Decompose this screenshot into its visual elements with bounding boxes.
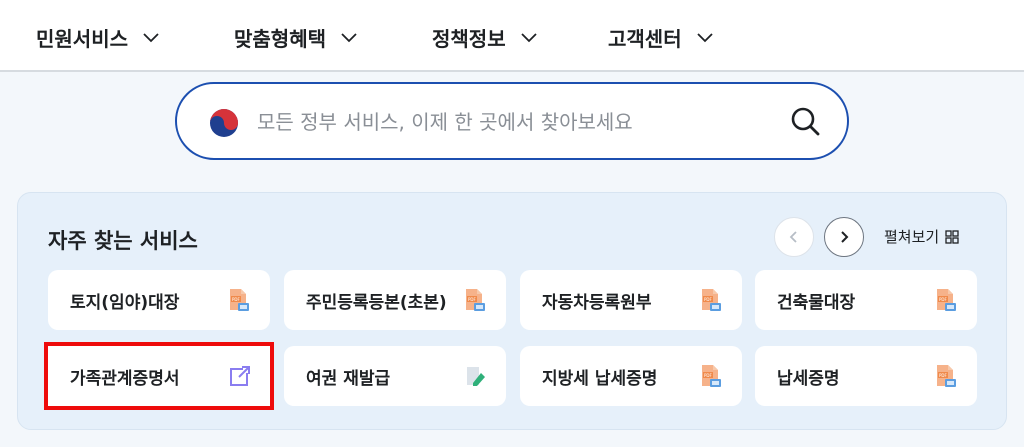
chevron-left-icon (789, 231, 797, 243)
svg-text:PDF: PDF (232, 297, 240, 302)
pdf-doc-icon: PDF (702, 365, 721, 387)
service-card-label: 여권 재발급 (306, 369, 391, 389)
nav-menu-label: 정책정보 (432, 26, 506, 51)
service-card-land-register[interactable]: 토지(임야)대장 PDF (48, 270, 270, 330)
service-card-label: 납세증명 (777, 369, 840, 389)
service-card-label: 자동차등록원부 (542, 293, 652, 313)
service-card-family-relation-certificate[interactable]: 가족관계증명서 (44, 342, 274, 410)
nav-menu-label: 맞춤형혜택 (234, 26, 326, 51)
service-card-local-tax-certificate[interactable]: 지방세 납세증명 PDF (520, 346, 742, 406)
chevron-down-icon (143, 33, 159, 43)
frequent-services-panel: 자주 찾는 서비스 펼쳐보기 토지(임야)대장 PDF 주민등록등본(초본) P… (17, 192, 1007, 430)
carousel-prev-button[interactable] (774, 217, 814, 257)
service-card-label: 주민등록등본(초본) (306, 293, 447, 313)
section-title: 자주 찾는 서비스 (48, 229, 198, 253)
grid-icon (945, 229, 959, 244)
edit-doc-icon (467, 367, 485, 386)
nav-menu-customer-center[interactable]: 고객센터 (608, 22, 714, 52)
service-card-label: 건축물대장 (777, 293, 856, 313)
carousel-next-button[interactable] (824, 217, 864, 257)
chevron-down-icon (341, 33, 357, 43)
nav-menu-custom-benefits[interactable]: 맞춤형혜택 (234, 22, 358, 52)
service-card-tax-certificate[interactable]: 납세증명 PDF (755, 346, 977, 406)
expand-label: 펼쳐보기 (884, 228, 940, 246)
service-card-label: 토지(임야)대장 (70, 293, 180, 313)
svg-text:PDF: PDF (468, 297, 476, 302)
nav-menu-civil-services[interactable]: 민원서비스 (36, 22, 160, 52)
nav-menu-label: 민원서비스 (36, 26, 128, 51)
service-card-resident-registration[interactable]: 주민등록등본(초본) PDF (284, 270, 506, 330)
service-card-label: 가족관계증명서 (70, 369, 180, 389)
search-icon[interactable] (789, 105, 821, 137)
svg-text:PDF: PDF (939, 297, 947, 302)
pdf-doc-icon: PDF (937, 365, 956, 387)
svg-text:PDF: PDF (704, 297, 712, 302)
pdf-doc-icon: PDF (466, 289, 485, 311)
service-card-label: 지방세 납세증명 (542, 369, 658, 389)
external-link-icon (230, 366, 250, 386)
svg-text:PDF: PDF (939, 373, 947, 378)
expand-all-link[interactable]: 펼쳐보기 (884, 226, 959, 247)
pdf-doc-icon: PDF (702, 289, 721, 311)
nav-menu-label: 고객센터 (608, 26, 682, 51)
service-card-vehicle-registration[interactable]: 자동차등록원부 PDF (520, 270, 742, 330)
search-input[interactable] (257, 102, 757, 142)
government-emblem-icon (210, 109, 238, 137)
chevron-down-icon (520, 33, 537, 43)
chevron-right-icon (841, 231, 849, 243)
pdf-doc-icon: PDF (230, 289, 249, 311)
search-bar (175, 82, 849, 160)
top-navigation: 민원서비스 맞춤형혜택 정책정보 고객센터 (0, 0, 1024, 72)
service-card-passport-reissue[interactable]: 여권 재발급 (284, 346, 506, 406)
chevron-down-icon (696, 33, 713, 43)
svg-text:PDF: PDF (704, 373, 712, 378)
pdf-doc-icon: PDF (937, 289, 956, 311)
service-card-building-register[interactable]: 건축물대장 PDF (755, 270, 977, 330)
nav-menu-policy-info[interactable]: 정책정보 (432, 22, 538, 52)
